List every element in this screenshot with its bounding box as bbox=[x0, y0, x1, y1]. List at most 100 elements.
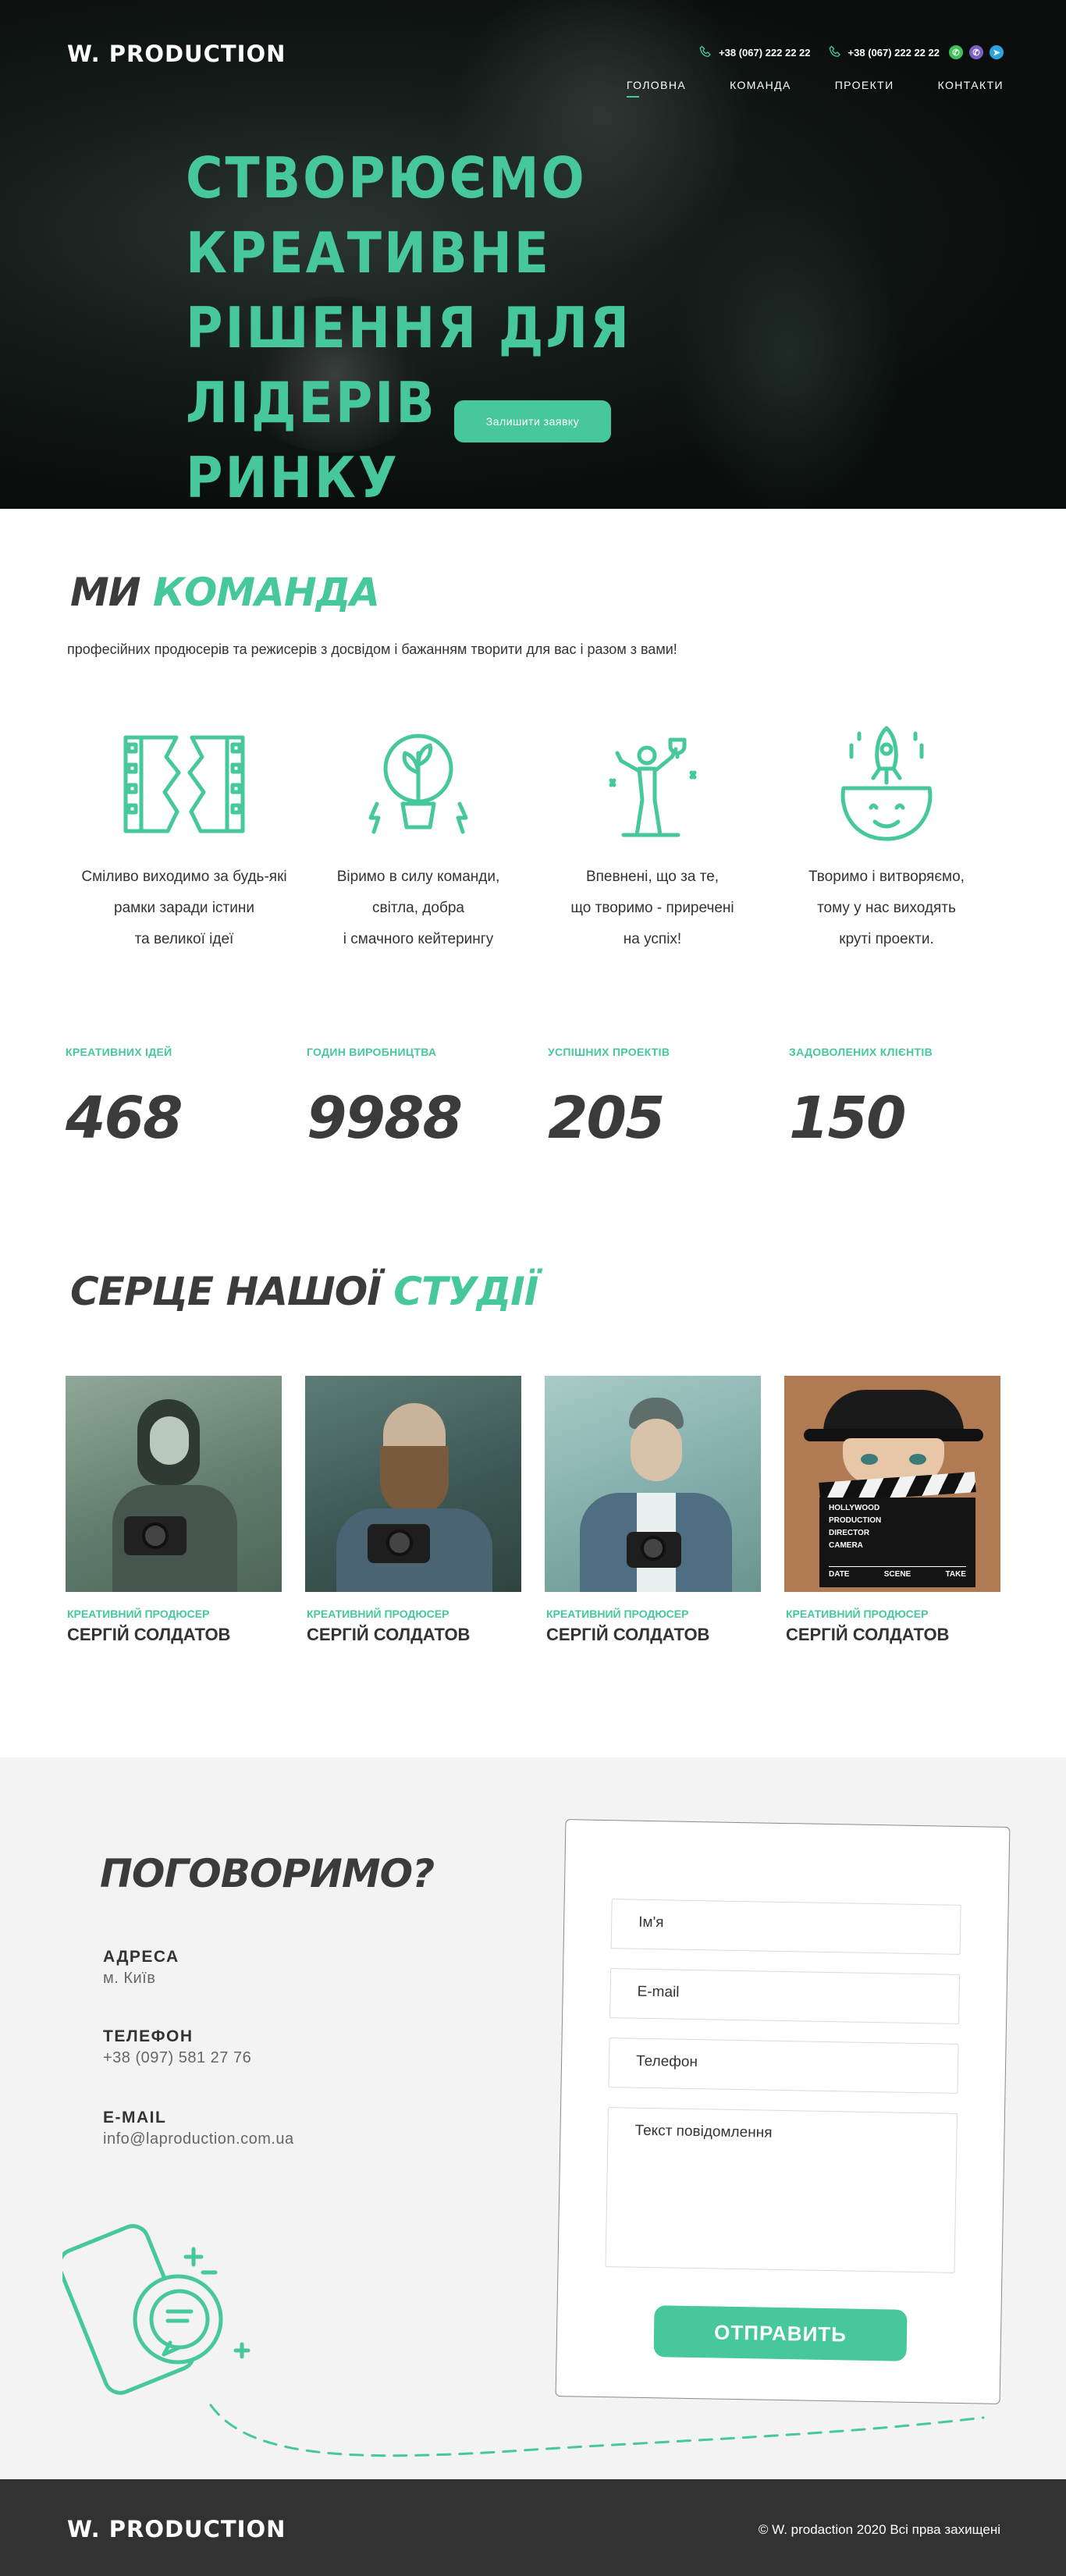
member-photo: HOLLYWOOD PRODUCTION DIRECTOR CAMERA DAT… bbox=[784, 1376, 1000, 1592]
address-value: м. Київ bbox=[103, 1970, 156, 1987]
stat-item: ГОДИН ВИРОБНИЦТВА 9988 bbox=[307, 1046, 548, 1152]
message-textarea[interactable]: Текст повідомлення bbox=[605, 2107, 958, 2273]
stat-value: 150 bbox=[789, 1085, 906, 1152]
stat-item: ЗАДОВОЛЕНИХ КЛІЄНТІВ 150 bbox=[789, 1046, 1030, 1152]
studio-title-main: СЕРЦЕ НАШОЇ bbox=[70, 1269, 382, 1314]
whatsapp-icon[interactable]: ✆ bbox=[949, 45, 963, 59]
feature-text-line: Віримо в силу команди, bbox=[336, 869, 500, 885]
viber-icon[interactable]: ✆ bbox=[969, 45, 983, 59]
name-input[interactable]: Ім'я bbox=[610, 1899, 961, 1955]
nav-contacts[interactable]: КОНТАКТИ bbox=[938, 79, 1004, 98]
footer-logo[interactable]: W. PRODUCTION bbox=[67, 2516, 286, 2542]
main-nav: ГОЛОВНА КОМАНДА ПРОЕКТИ КОНТАКТИ bbox=[626, 79, 1004, 98]
feature-item: Сміливо виходимо за будь-які рамки зарад… bbox=[67, 718, 301, 955]
rocket-head-icon bbox=[840, 726, 933, 841]
clapboard-text: SCENE bbox=[883, 1570, 911, 1579]
lightbulb-plant-icon bbox=[368, 734, 468, 834]
clapboard-text: PRODUCTION bbox=[829, 1516, 882, 1525]
hero-title-line: СТВОРЮЄМО КРЕАТИВНЕ bbox=[186, 145, 587, 286]
address-label: АДРЕСА bbox=[103, 1948, 179, 1966]
team-title: МИ КОМАНДА bbox=[70, 570, 380, 615]
feature-item: Віримо в силу команди, світла, добра і с… bbox=[301, 718, 535, 955]
footer-copyright: © W. prodaction 2020 Всі прва захищені bbox=[758, 2522, 1000, 2537]
telegram-icon[interactable]: ➤ bbox=[990, 45, 1004, 59]
studio-title-accent: СТУДІЇ bbox=[393, 1269, 538, 1314]
feature-text-line: Сміливо виходимо за будь-які bbox=[81, 869, 287, 885]
stat-label: ЗАДОВОЛЕНИХ КЛІЄНТІВ bbox=[789, 1046, 933, 1058]
feature-text-line: і смачного кейтерингу bbox=[343, 931, 494, 947]
feature-item: Впевнені, що за те, що творимо - прирече… bbox=[535, 718, 769, 955]
contact-section: ПОГОВОРИМО? АДРЕСА м. Київ ТЕЛЕФОН +38 (… bbox=[0, 1757, 1066, 2479]
member-photo bbox=[66, 1376, 282, 1592]
phone-input[interactable]: Телефон bbox=[608, 2038, 959, 2094]
clapboard-text: CAMERA bbox=[829, 1541, 863, 1550]
clapboard-text: HOLLYWOOD bbox=[829, 1504, 880, 1512]
phone-block: ТЕЛЕФОН +38 (097) 581 27 76 bbox=[103, 2027, 251, 2067]
phone-2[interactable]: +38 (067) 222 22 22 ✆ ✆ ➤ bbox=[828, 45, 1004, 59]
feature-text-line: на успіх! bbox=[623, 931, 682, 947]
clapboard: HOLLYWOOD PRODUCTION DIRECTOR CAMERA DAT… bbox=[819, 1498, 975, 1587]
header-logo[interactable]: W. PRODUCTION bbox=[67, 41, 286, 67]
clapboard-text: TAKE bbox=[945, 1570, 966, 1579]
member-card[interactable]: КРЕАТИВНИЙ ПРОДЮСЕР СЕРГІЙ СОЛДАТОВ bbox=[545, 1376, 761, 1645]
film-strip-icon bbox=[123, 735, 245, 833]
member-card[interactable]: HOLLYWOOD PRODUCTION DIRECTOR CAMERA DAT… bbox=[784, 1376, 1000, 1645]
member-role: КРЕАТИВНИЙ ПРОДЮСЕР bbox=[786, 1608, 929, 1620]
phone-label: ТЕЛЕФОН bbox=[103, 2027, 194, 2045]
trophy-winner-icon bbox=[609, 737, 697, 837]
team-title-accent: КОМАНДА bbox=[153, 570, 380, 615]
clapboard-text: DATE bbox=[829, 1570, 850, 1579]
phone-icon bbox=[699, 45, 712, 57]
email-block: E-MAIL info@laproduction.com.ua bbox=[103, 2109, 294, 2148]
stat-label: ГОДИН ВИРОБНИЦТВА bbox=[307, 1046, 437, 1058]
member-card[interactable]: КРЕАТИВНИЙ ПРОДЮСЕР СЕРГІЙ СОЛДАТОВ bbox=[66, 1376, 282, 1645]
team-title-main: МИ bbox=[70, 570, 141, 615]
stat-value: 205 bbox=[548, 1085, 665, 1152]
feature-text-line: що творимо - приречені bbox=[570, 900, 734, 916]
feature-text-line: Творимо і витворяємо, bbox=[808, 869, 965, 885]
stat-item: КРЕАТИВНИХ ІДЕЙ 468 bbox=[66, 1046, 307, 1152]
feature-text-line: тому у нас виходять bbox=[817, 900, 956, 916]
feature-text-line: круті проекти. bbox=[839, 931, 934, 947]
member-name: СЕРГІЙ СОЛДАТОВ bbox=[786, 1625, 950, 1644]
member-photo bbox=[305, 1376, 521, 1592]
contact-form: Ім'я E-mail Телефон Текст повідомлення О… bbox=[555, 1819, 1011, 2404]
feature-item: Творимо і витворяємо, тому у нас виходят… bbox=[769, 718, 1004, 955]
hero-title: СТВОРЮЄМО КРЕАТИВНЕ РІШЕННЯ ДЛЯ ЛІДЕРІВ … bbox=[186, 140, 888, 509]
team-subtitle: професійних продюсерів та режисерів з до… bbox=[67, 641, 677, 657]
member-name: СЕРГІЙ СОЛДАТОВ bbox=[546, 1625, 710, 1644]
hero-section: W. PRODUCTION +38 (067) 222 22 22 +38 (0… bbox=[0, 0, 1066, 509]
phone-1-text: +38 (067) 222 22 22 bbox=[719, 46, 811, 59]
stat-value: 468 bbox=[66, 1085, 183, 1152]
nav-projects[interactable]: ПРОЕКТИ bbox=[835, 79, 894, 98]
footer: W. PRODUCTION © W. prodaction 2020 Всі п… bbox=[0, 2479, 1066, 2576]
phone-value[interactable]: +38 (097) 581 27 76 bbox=[103, 2049, 251, 2067]
header-phones: +38 (067) 222 22 22 +38 (067) 222 22 22 … bbox=[698, 45, 1004, 59]
email-input[interactable]: E-mail bbox=[609, 1968, 961, 2024]
contact-title: ПОГОВОРИМО? bbox=[100, 1851, 435, 1896]
member-card[interactable]: КРЕАТИВНИЙ ПРОДЮСЕР СЕРГІЙ СОЛДАТОВ bbox=[305, 1376, 521, 1645]
email-label: E-MAIL bbox=[103, 2109, 167, 2127]
phone-icon bbox=[829, 45, 840, 57]
nav-team[interactable]: КОМАНДА bbox=[730, 79, 791, 98]
stats-row: КРЕАТИВНИХ ІДЕЙ 468 ГОДИН ВИРОБНИЦТВА 99… bbox=[66, 1046, 1030, 1152]
member-role: КРЕАТИВНИЙ ПРОДЮСЕР bbox=[546, 1608, 689, 1620]
nav-home[interactable]: ГОЛОВНА bbox=[626, 79, 686, 98]
member-role: КРЕАТИВНИЙ ПРОДЮСЕР bbox=[67, 1608, 210, 1620]
submit-button[interactable]: ОТПРАВИТЬ bbox=[653, 2305, 908, 2361]
member-photo bbox=[545, 1376, 761, 1592]
stat-item: УСПІШНИХ ПРОЕКТІВ 205 bbox=[548, 1046, 789, 1152]
member-role: КРЕАТИВНИЙ ПРОДЮСЕР bbox=[307, 1608, 449, 1620]
leave-request-button[interactable]: Залишити заявку bbox=[454, 400, 611, 442]
feature-text-line: Впевнені, що за те, bbox=[585, 869, 720, 885]
feature-text-line: світла, добра bbox=[372, 900, 464, 916]
phone-2-text: +38 (067) 222 22 22 bbox=[847, 46, 940, 59]
address-block: АДРЕСА м. Київ bbox=[103, 1948, 179, 1988]
stat-value: 9988 bbox=[307, 1085, 463, 1152]
clapboard-text: DIRECTOR bbox=[829, 1529, 870, 1537]
phone-1[interactable]: +38 (067) 222 22 22 bbox=[698, 45, 811, 59]
stat-label: УСПІШНИХ ПРОЕКТІВ bbox=[548, 1046, 670, 1058]
member-name: СЕРГІЙ СОЛДАТОВ bbox=[307, 1625, 471, 1644]
studio-title: СЕРЦЕ НАШОЇ СТУДІЇ bbox=[70, 1269, 538, 1314]
email-value[interactable]: info@laproduction.com.ua bbox=[103, 2130, 294, 2148]
